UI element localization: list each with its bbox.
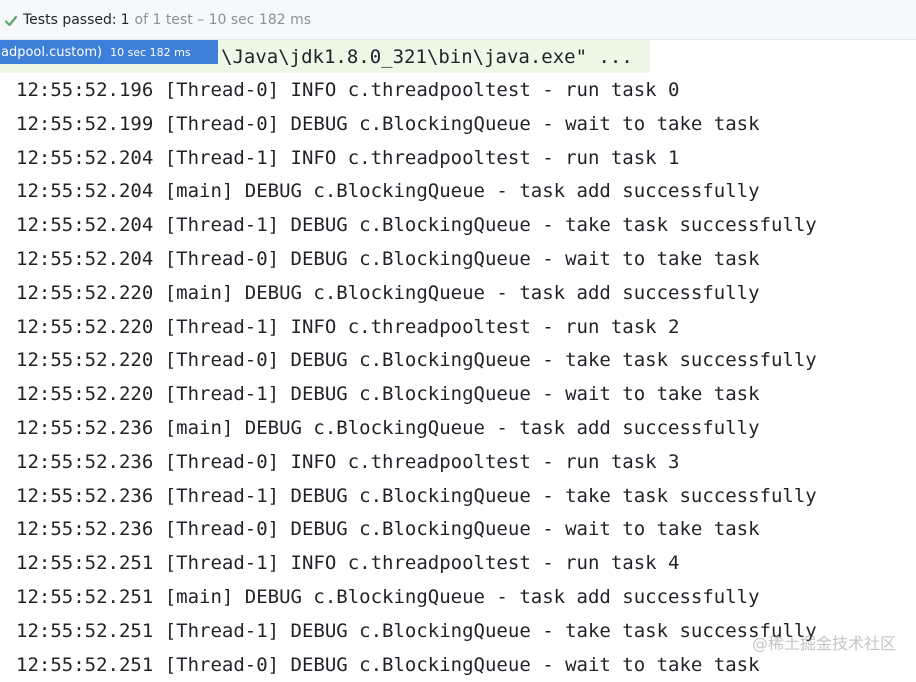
log-line: 12:55:52.220 [Thread-0] DEBUG c.Blocking… xyxy=(16,349,817,372)
command-text: \Java\jdk1.8.0_321\bin\java.exe" ... xyxy=(221,46,633,68)
status-label: Tests passed: xyxy=(23,11,117,28)
log-line: 12:55:52.204 [main] DEBUG c.BlockingQueu… xyxy=(16,180,760,203)
log-line: 12:55:52.251 [main] DEBUG c.BlockingQueu… xyxy=(16,585,760,608)
status-summary: of 1 test – 10 sec 182 ms xyxy=(134,11,312,28)
watermark: @稀土掘金技术社区 xyxy=(751,634,896,653)
log-line: 12:55:52.220 [main] DEBUG c.BlockingQueu… xyxy=(16,281,760,304)
log-line: 12:55:52.236 [Thread-0] INFO c.threadpoo… xyxy=(16,450,680,473)
status-count: 1 xyxy=(120,11,130,28)
test-status-bar: Tests passed: 1 of 1 test – 10 sec 182 m… xyxy=(0,0,916,40)
log-line: 12:55:52.236 [main] DEBUG c.BlockingQueu… xyxy=(16,416,760,439)
log-line: 12:55:52.220 [Thread-1] DEBUG c.Blocking… xyxy=(16,383,760,406)
log-line: 12:55:52.204 [Thread-1] INFO c.threadpoo… xyxy=(16,146,680,169)
test-run-duration: 10 sec 182 ms xyxy=(110,45,191,59)
log-line: 12:55:52.236 [Thread-1] DEBUG c.Blocking… xyxy=(16,484,817,507)
test-run-item[interactable]: adpool.custom) 10 sec 182 ms xyxy=(0,40,218,64)
log-line: 12:55:52.220 [Thread-1] INFO c.threadpoo… xyxy=(16,315,680,338)
log-line: 12:55:52.204 [Thread-0] DEBUG c.Blocking… xyxy=(16,247,760,270)
test-run-name: adpool.custom) xyxy=(1,44,103,60)
check-icon xyxy=(4,13,18,27)
log-line: 12:55:52.204 [Thread-1] DEBUG c.Blocking… xyxy=(16,214,817,237)
log-line: 12:55:52.199 [Thread-0] DEBUG c.Blocking… xyxy=(16,112,760,135)
log-line: 12:55:52.251 [Thread-1] INFO c.threadpoo… xyxy=(16,552,680,575)
console-output[interactable]: 12:55:52.196 [Thread-0] INFO c.threadpoo… xyxy=(16,74,916,682)
log-line: 12:55:52.196 [Thread-0] INFO c.threadpoo… xyxy=(16,79,680,101)
log-line: 12:55:52.236 [Thread-0] DEBUG c.Blocking… xyxy=(16,518,760,541)
